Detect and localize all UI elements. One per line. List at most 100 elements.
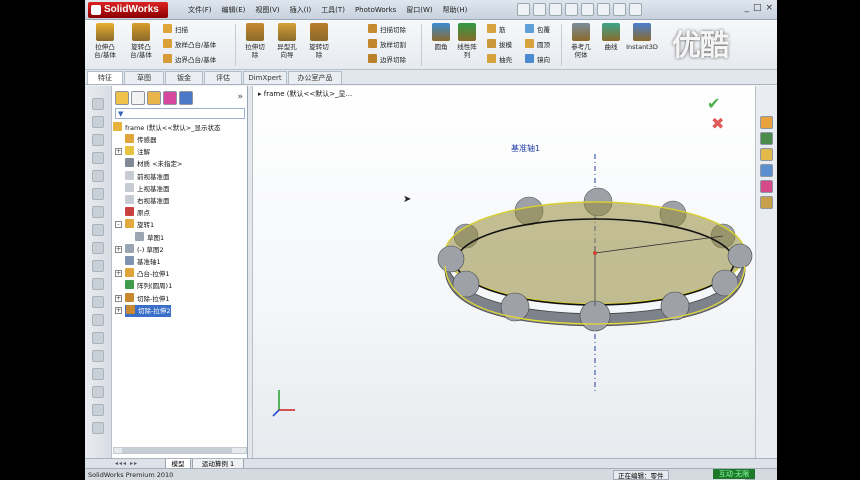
revolve-cut-button[interactable]: 旋转切 除 bbox=[301, 23, 337, 59]
tab-sketch[interactable]: 草图 bbox=[124, 71, 164, 84]
origin-point[interactable] bbox=[593, 251, 597, 255]
tree-node[interactable]: 材质 <未指定> bbox=[125, 158, 182, 170]
tab-sheet-metal[interactable]: 钣金 bbox=[165, 71, 203, 84]
save-icon[interactable] bbox=[549, 3, 562, 16]
expand-icon[interactable]: + bbox=[115, 306, 122, 314]
tree-node[interactable]: 原点 bbox=[125, 207, 150, 219]
revolve-boss-button[interactable]: 旋转凸 台/基体 bbox=[123, 23, 159, 59]
tab-navigation-arrows[interactable]: ◂◂◂ ▸▸ bbox=[115, 460, 138, 467]
expand-icon[interactable]: + bbox=[115, 270, 122, 278]
appearances-icon[interactable] bbox=[760, 180, 773, 193]
select-icon[interactable] bbox=[597, 3, 610, 16]
menu-tools[interactable]: 工具(T) bbox=[316, 4, 350, 16]
tree-node[interactable]: 基准轴1 bbox=[125, 256, 161, 268]
boundary-boss-button[interactable]: 边界凸台/基体 bbox=[163, 54, 216, 65]
tool-icon[interactable] bbox=[92, 296, 104, 308]
tool-icon[interactable] bbox=[92, 206, 104, 218]
tree-node[interactable]: + 注解 bbox=[115, 146, 150, 158]
app-logo[interactable]: SolidWorks bbox=[88, 2, 168, 18]
rib-button[interactable]: 筋 bbox=[487, 24, 506, 35]
mirror-button[interactable]: 镜向 bbox=[525, 54, 550, 65]
undo-icon[interactable] bbox=[581, 3, 594, 16]
linear-pattern-button[interactable]: 线性阵 列 bbox=[449, 23, 485, 59]
menu-photoworks[interactable]: PhotoWorks bbox=[350, 4, 401, 16]
tree-root[interactable]: frame (默认<<默认>_显示状态 bbox=[113, 122, 220, 134]
collapse-icon[interactable]: - bbox=[115, 221, 122, 229]
tool-icon[interactable] bbox=[92, 314, 104, 326]
loft-button[interactable]: 放样凸台/基体 bbox=[163, 39, 216, 50]
tree-node[interactable]: 阵列(圆周)1 bbox=[125, 280, 172, 292]
ball[interactable] bbox=[727, 243, 753, 269]
extrude-boss-button[interactable]: 拉伸凸 台/基体 bbox=[87, 23, 123, 59]
tree-node[interactable]: 草图1 bbox=[135, 231, 164, 244]
tool-icon[interactable] bbox=[92, 404, 104, 416]
menu-help[interactable]: 帮助(H) bbox=[438, 4, 473, 16]
configuration-manager-tab-icon[interactable] bbox=[147, 91, 161, 105]
tool-icon[interactable] bbox=[92, 134, 104, 146]
menu-file[interactable]: 文件(F) bbox=[183, 4, 217, 16]
tab-office-products[interactable]: 办公室产品 bbox=[288, 71, 342, 84]
tool-icon[interactable] bbox=[92, 350, 104, 362]
menu-insert[interactable]: 插入(I) bbox=[285, 4, 317, 16]
feature-manager-tab-icon[interactable] bbox=[115, 91, 129, 105]
tool-icon[interactable] bbox=[92, 386, 104, 398]
expand-icon[interactable]: + bbox=[115, 148, 122, 156]
tool-icon[interactable] bbox=[92, 260, 104, 272]
tree-node[interactable]: + 凸台-拉伸1 bbox=[115, 268, 169, 280]
scrollbar-thumb[interactable] bbox=[122, 448, 232, 453]
expand-icon[interactable]: + bbox=[115, 294, 122, 302]
options-icon[interactable] bbox=[629, 3, 642, 16]
tree-node[interactable]: 右视基准面 bbox=[125, 195, 170, 207]
tab-dimxpert[interactable]: DimXpert bbox=[243, 71, 287, 84]
tool-icon[interactable] bbox=[92, 98, 104, 110]
custom-properties-icon[interactable] bbox=[760, 196, 773, 209]
ball[interactable] bbox=[437, 245, 465, 273]
close-button[interactable]: × bbox=[765, 3, 773, 13]
rebuild-icon[interactable] bbox=[613, 3, 626, 16]
dome-button[interactable]: 圆顶 bbox=[525, 39, 550, 50]
minimize-button[interactable]: _ bbox=[744, 3, 749, 13]
tool-icon[interactable] bbox=[92, 224, 104, 236]
display-manager-tab-icon[interactable] bbox=[179, 91, 193, 105]
tree-node[interactable]: 上视基准面 bbox=[125, 182, 170, 195]
draft-button[interactable]: 拔模 bbox=[487, 39, 512, 50]
tool-icon[interactable] bbox=[92, 278, 104, 290]
tool-icon[interactable] bbox=[92, 152, 104, 164]
design-library-icon[interactable] bbox=[760, 132, 773, 145]
tree-node[interactable]: 前视基准面 bbox=[125, 170, 170, 183]
tree-node[interactable]: - 旋转1 bbox=[115, 219, 154, 231]
tool-icon[interactable] bbox=[92, 116, 104, 128]
sweep-button[interactable]: 扫描 bbox=[163, 24, 188, 35]
tool-icon[interactable] bbox=[92, 422, 104, 434]
tool-icon[interactable] bbox=[92, 332, 104, 344]
tree-node[interactable]: + (-) 草图2 bbox=[115, 243, 164, 256]
loft-cut-button[interactable]: 放样切割 bbox=[368, 39, 406, 50]
tool-icon[interactable] bbox=[92, 242, 104, 254]
graphics-area[interactable]: ▸ frame (默认<<默认>_显... 基准轴1 ✔ ✖ ➤ bbox=[253, 86, 755, 458]
maximize-button[interactable]: □ bbox=[753, 3, 762, 13]
property-manager-tab-icon[interactable] bbox=[131, 91, 145, 105]
tab-features[interactable]: 特征 bbox=[87, 71, 123, 84]
expand-icon[interactable]: + bbox=[115, 245, 122, 253]
chevron-right-icon[interactable]: » bbox=[237, 92, 243, 102]
confirm-icon[interactable]: ✔ bbox=[707, 94, 720, 113]
tree-node[interactable]: 传感器 bbox=[125, 134, 157, 146]
wrap-button[interactable]: 包覆 bbox=[525, 24, 550, 35]
search-icon[interactable] bbox=[760, 164, 773, 177]
extrude-cut-button[interactable]: 拉伸切 除 bbox=[237, 23, 273, 59]
dimxpert-manager-tab-icon[interactable] bbox=[163, 91, 177, 105]
tool-icon[interactable] bbox=[92, 170, 104, 182]
tool-icon[interactable] bbox=[92, 188, 104, 200]
tree-node[interactable]: + 切除-拉伸2 bbox=[115, 304, 172, 317]
axis-label[interactable]: 基准轴1 bbox=[511, 143, 540, 154]
open-icon[interactable] bbox=[533, 3, 546, 16]
tree-filter-input[interactable]: ▼ bbox=[115, 108, 245, 119]
menu-edit[interactable]: 编辑(E) bbox=[217, 4, 251, 16]
ball[interactable] bbox=[452, 270, 480, 298]
shell-button[interactable]: 抽壳 bbox=[487, 54, 512, 65]
hole-wizard-button[interactable]: 异型孔 向导 bbox=[269, 23, 305, 59]
cancel-icon[interactable]: ✖ bbox=[711, 114, 724, 133]
new-icon[interactable] bbox=[517, 3, 530, 16]
sweep-cut-button[interactable]: 扫描切除 bbox=[368, 24, 406, 35]
menu-view[interactable]: 视图(V) bbox=[250, 4, 284, 16]
